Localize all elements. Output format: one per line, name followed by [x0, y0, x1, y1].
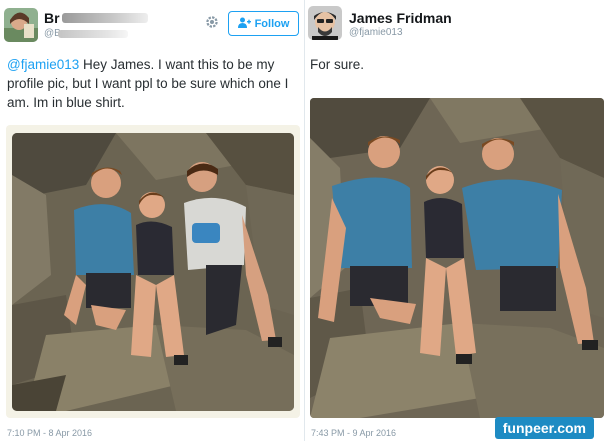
column-divider — [304, 0, 305, 441]
left-author-avatar[interactable] — [4, 8, 38, 42]
follow-button-label: Follow — [254, 17, 290, 30]
group-photo-image — [12, 133, 294, 411]
right-tweet-text: For sure. — [310, 57, 365, 72]
redacted-name-blur — [62, 13, 148, 23]
left-tweet-timestamp[interactable]: 7:10 PM - 8 Apr 2016 — [7, 428, 92, 438]
avatar-image — [4, 8, 38, 42]
site-watermark: funpeer.com — [494, 417, 594, 439]
left-tweet-photo[interactable] — [6, 125, 300, 418]
gear-icon[interactable] — [205, 15, 219, 29]
right-author-name[interactable]: James Fridman — [349, 10, 452, 26]
follow-button[interactable]: Follow — [228, 11, 299, 36]
right-author-handle[interactable]: @fjamie013 — [349, 27, 403, 38]
left-tweet-text: @fjamie013 Hey James. I want this to be … — [7, 55, 299, 112]
right-tweet-photo[interactable] — [310, 98, 604, 418]
mention-link[interactable]: @fjamie013 — [7, 57, 79, 72]
right-tweet-timestamp[interactable]: 7:43 PM - 9 Apr 2016 — [311, 428, 396, 438]
avatar-image — [308, 6, 342, 40]
add-user-icon — [237, 17, 251, 31]
right-author-avatar[interactable] — [308, 6, 342, 40]
redacted-handle-blur — [58, 30, 128, 38]
edited-group-photo-image — [310, 98, 604, 418]
left-author-name[interactable]: Br — [44, 10, 60, 26]
